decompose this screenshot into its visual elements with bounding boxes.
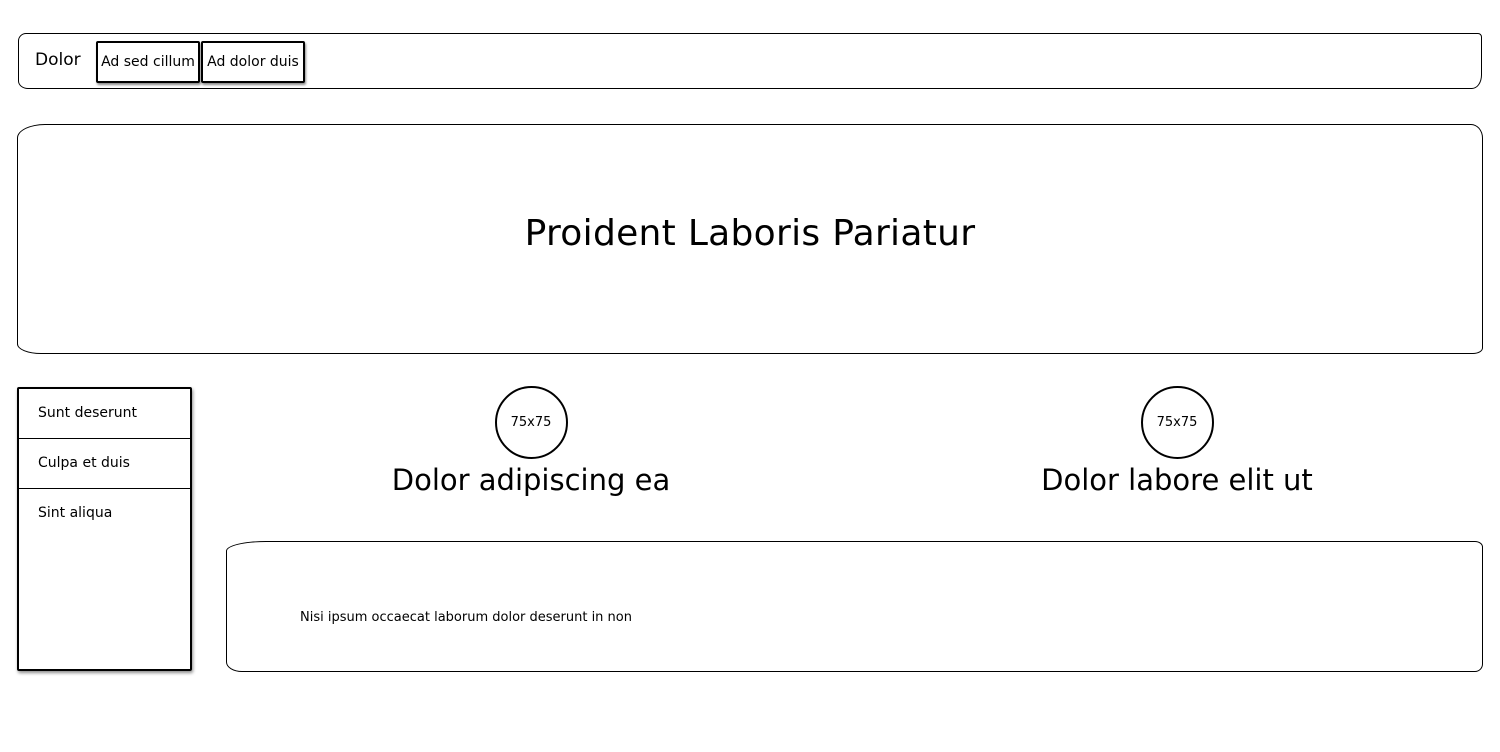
sidebar-menu: Sunt deserunt Culpa et duis Sint aliqua xyxy=(17,387,192,671)
content-panel: Nisi ipsum occaecat laborum dolor deseru… xyxy=(226,541,1483,672)
feature-image-placeholder-2: 75x75 xyxy=(1140,386,1214,459)
sidebar-item-culpa-et-duis[interactable]: Culpa et duis xyxy=(19,439,190,489)
content-paragraph: Nisi ipsum occaecat laborum dolor deseru… xyxy=(300,610,632,625)
feature-title-2: Dolor labore elit ut xyxy=(1041,463,1313,497)
hero-title: Proident Laboris Pariatur xyxy=(524,213,976,254)
sidebar-item-sint-aliqua[interactable]: Sint aliqua xyxy=(19,489,190,539)
feature-card-1: 75x75 Dolor adipiscing ea xyxy=(380,386,682,497)
brand-label[interactable]: Dolor xyxy=(35,50,81,70)
feature-card-2: 75x75 Dolor labore elit ut xyxy=(1025,386,1329,497)
hero-banner: Proident Laboris Pariatur xyxy=(17,124,1483,354)
navbar: Dolor Ad sed cillum Ad dolor duis xyxy=(18,33,1482,89)
feature-image-placeholder-1: 75x75 xyxy=(494,386,568,459)
feature-title-1: Dolor adipiscing ea xyxy=(391,463,671,497)
nav-button-ad-dolor-duis[interactable]: Ad dolor duis xyxy=(201,41,305,83)
sidebar-item-sunt-deserunt[interactable]: Sunt deserunt xyxy=(19,389,190,439)
nav-button-ad-sed-cillum[interactable]: Ad sed cillum xyxy=(96,41,200,83)
